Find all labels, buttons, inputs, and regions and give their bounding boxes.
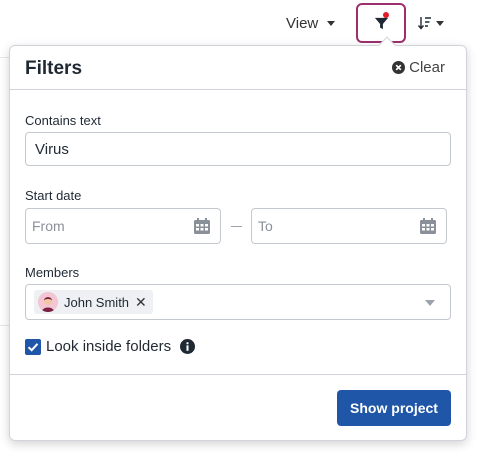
show-project-button[interactable]: Show project: [337, 390, 451, 426]
view-dropdown[interactable]: View: [286, 12, 336, 34]
date-from-input[interactable]: [26, 209, 176, 243]
chevron-down-icon: [327, 20, 336, 26]
background-divider: [0, 57, 9, 58]
contains-text-label: Contains text: [25, 113, 101, 128]
sort-icon: [418, 17, 431, 30]
members-label: Members: [25, 265, 80, 280]
checkmark-icon: [27, 342, 39, 352]
look-inside-folders-checkbox[interactable]: [25, 338, 41, 355]
members-select[interactable]: John Smith ✕: [25, 284, 451, 320]
popover-title: Filters: [25, 58, 83, 79]
filter-button[interactable]: [356, 3, 406, 43]
filter-active-indicator: [383, 12, 389, 18]
toolbar: View: [0, 0, 478, 46]
look-inside-folders-row: Look inside folders: [25, 338, 196, 355]
contains-text-input[interactable]: [25, 132, 451, 166]
remove-member-icon[interactable]: ✕: [135, 295, 147, 309]
popover-footer-divider: [10, 374, 466, 375]
clear-button[interactable]: Clear: [392, 59, 445, 76]
info-icon[interactable]: [180, 339, 196, 354]
popover-header: Filters Clear: [10, 46, 466, 90]
chevron-down-icon: [436, 20, 444, 26]
view-label: View: [286, 14, 319, 32]
start-date-label: Start date: [25, 188, 82, 203]
sort-dropdown[interactable]: [418, 12, 444, 34]
date-range-separator: [231, 226, 242, 227]
calendar-icon[interactable]: [419, 217, 437, 235]
date-to-input[interactable]: [252, 209, 402, 243]
date-to-field[interactable]: [251, 208, 447, 244]
member-chip: John Smith ✕: [34, 290, 153, 314]
look-inside-folders-label: Look inside folders: [46, 338, 172, 355]
avatar: [38, 292, 58, 312]
clear-circle-icon: [392, 61, 406, 74]
date-from-field[interactable]: [25, 208, 221, 244]
calendar-icon[interactable]: [193, 217, 211, 235]
clear-label: Clear: [409, 59, 445, 76]
chevron-down-icon[interactable]: [425, 300, 435, 306]
background-divider: [0, 325, 9, 326]
member-name: John Smith: [64, 294, 130, 310]
filters-popover: Filters Clear Contains text Start date: [9, 36, 467, 441]
